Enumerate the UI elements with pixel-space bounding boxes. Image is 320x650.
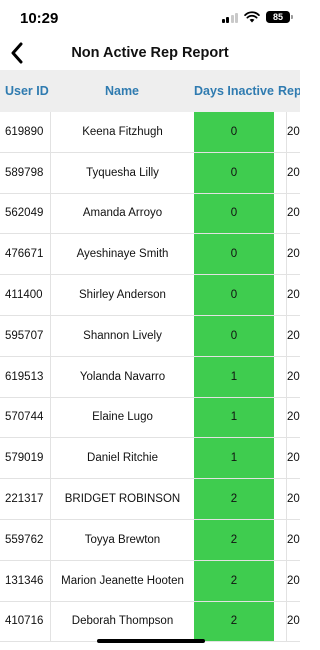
cell-user-id: 562049: [5, 207, 44, 220]
cell-days-inactive: 1: [194, 397, 274, 438]
cell-days-inactive: 2: [194, 519, 274, 560]
column-header-user-id[interactable]: User ID: [5, 70, 49, 112]
cell-user-id: 559762: [5, 533, 44, 546]
page-title: Non Active Rep Report: [71, 45, 229, 61]
cell-user-id: 411400: [5, 289, 43, 302]
cell-rep: 20: [286, 397, 300, 438]
cell-rep: 20: [286, 112, 300, 152]
table-row[interactable]: 595707 Shannon Lively 0 20: [0, 315, 300, 357]
table-row[interactable]: 410716 Deborah Thompson 2 20: [0, 601, 300, 643]
cell-user-id: 619890: [5, 125, 44, 138]
cell-name: Daniel Ritchie: [50, 438, 194, 479]
cell-user-id: 570744: [5, 411, 44, 424]
table-header: User ID Name Days Inactive Rep: [0, 70, 300, 112]
table-row[interactable]: 559762 Toyya Brewton 2 20: [0, 519, 300, 561]
table-row[interactable]: 411400 Shirley Anderson 0 20: [0, 275, 300, 316]
cell-name: Amanda Arroyo: [50, 193, 194, 234]
cell-name: Elaine Lugo: [50, 397, 194, 438]
cell-name: Marion Jeanette Hooten: [50, 560, 194, 601]
cell-days-inactive: 0: [194, 193, 274, 234]
status-icons: 85: [221, 11, 293, 23]
cell-days-inactive: 0: [194, 234, 274, 275]
cellular-signal-icon: [221, 12, 238, 23]
cell-days-inactive: 2: [194, 479, 274, 519]
cell-days-inactive: 0: [194, 275, 274, 315]
column-header-name[interactable]: Name: [50, 70, 194, 112]
home-indicator: [97, 639, 205, 643]
cell-days-inactive: 2: [194, 601, 274, 642]
status-bar: 10:29 85: [0, 0, 300, 36]
cell-user-id: 221317: [5, 493, 44, 506]
column-header-rep[interactable]: Rep: [278, 70, 300, 112]
table-row[interactable]: 570744 Elaine Lugo 1 20: [0, 397, 300, 439]
cell-rep: 20: [286, 315, 300, 356]
cell-name: Yolanda Navarro: [50, 356, 194, 397]
table-row[interactable]: 589798 Tyquesha Lilly 0 20: [0, 152, 300, 194]
cell-days-inactive: 1: [194, 438, 274, 479]
table-row[interactable]: 562049 Amanda Arroyo 0 20: [0, 193, 300, 235]
cell-days-inactive: 0: [194, 152, 274, 193]
cell-name: Keena Fitzhugh: [50, 112, 194, 152]
cell-user-id: 579019: [5, 452, 44, 465]
table-body: 619890 Keena Fitzhugh 0 20 589798 Tyquesha Li…: [0, 112, 300, 643]
battery-icon: 85: [266, 11, 293, 23]
table-row[interactable]: 221317 BRIDGET ROBINSON 2 20: [0, 479, 300, 520]
cell-rep: 20: [286, 193, 300, 234]
cell-name: Tyquesha Lilly: [50, 152, 194, 193]
battery-level: 85: [272, 11, 283, 22]
cell-days-inactive: 0: [194, 315, 274, 356]
cell-rep: 20: [286, 152, 300, 193]
nav-bar: Non Active Rep Report: [0, 36, 300, 70]
table-row[interactable]: 476671 Ayeshinaye Smith 0 20: [0, 234, 300, 276]
table-row[interactable]: 619513 Yolanda Navarro 1 20: [0, 356, 300, 398]
table-row[interactable]: 619890 Keena Fitzhugh 0 20: [0, 112, 300, 153]
cell-name: Shirley Anderson: [50, 275, 194, 315]
cell-user-id: 410716: [5, 615, 44, 628]
status-time: 10:29: [20, 10, 59, 27]
cell-rep: 20: [286, 356, 300, 397]
cell-user-id: 595707: [5, 329, 44, 342]
cell-rep: 20: [286, 560, 300, 601]
cell-days-inactive: 2: [194, 560, 274, 601]
table-row[interactable]: 579019 Daniel Ritchie 1 20: [0, 438, 300, 480]
cell-days-inactive: 0: [194, 112, 274, 152]
cell-user-id: 589798: [5, 166, 44, 179]
cell-rep: 20: [286, 479, 300, 519]
cell-rep: 20: [286, 519, 300, 560]
cell-user-id: 476671: [5, 248, 44, 261]
cell-user-id: 131346: [5, 574, 44, 587]
wifi-icon: [244, 11, 260, 23]
cell-rep: 20: [286, 275, 300, 315]
cell-user-id: 619513: [5, 370, 44, 383]
cell-rep: 20: [286, 234, 300, 275]
cell-name: Shannon Lively: [50, 315, 194, 356]
cell-days-inactive: 1: [194, 356, 274, 397]
cell-rep: 20: [286, 438, 300, 479]
cell-name: BRIDGET ROBINSON: [50, 479, 194, 519]
column-header-days-inactive[interactable]: Days Inactive: [194, 70, 274, 112]
cell-rep: 20: [286, 601, 300, 642]
table-row[interactable]: 131346 Marion Jeanette Hooten 2 20: [0, 560, 300, 602]
report-table[interactable]: User ID Name Days Inactive Rep 619890 Kee…: [0, 70, 300, 650]
cell-name: Deborah Thompson: [50, 601, 194, 642]
cell-name: Toyya Brewton: [50, 519, 194, 560]
cell-name: Ayeshinaye Smith: [50, 234, 194, 275]
